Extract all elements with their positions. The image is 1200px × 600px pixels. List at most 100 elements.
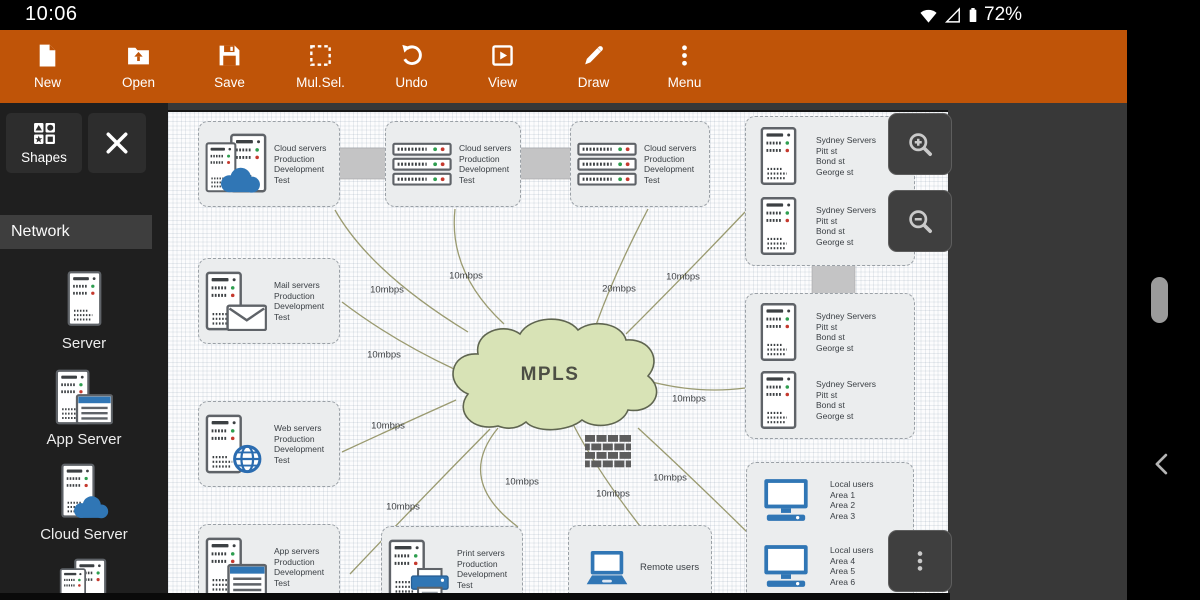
node-print-servers[interactable]: Print servers Production Development Tes… bbox=[381, 526, 523, 595]
shapes-button-label: Shapes bbox=[21, 150, 67, 165]
node-text: Local users Area 1 Area 2 Area 3 bbox=[830, 479, 873, 521]
node-text: Cloud servers Production Development Tes… bbox=[274, 143, 326, 185]
sydney-server-row: Sydney Servers Pitt st Bond st George st bbox=[754, 366, 906, 434]
undo-icon bbox=[399, 43, 424, 68]
node-cloud-servers-1[interactable]: Cloud servers Production Development Tes… bbox=[198, 121, 340, 207]
sidebar-item-label: Server bbox=[62, 335, 106, 352]
sidebar-item-cloud-server[interactable]: Cloud Server bbox=[0, 463, 168, 543]
toolbar-label: Menu bbox=[668, 75, 702, 90]
toolbar-button-multi-select[interactable]: Mul.Sel. bbox=[275, 30, 366, 103]
multi-select-icon bbox=[308, 43, 333, 68]
print-server-icon bbox=[388, 537, 450, 595]
toolbar-label: Open bbox=[122, 75, 155, 90]
node-cloud-servers-3[interactable]: Cloud servers Production Development Tes… bbox=[570, 121, 710, 207]
node-text: Local users Area 4 Area 5 Area 6 bbox=[830, 545, 873, 587]
node-cloud-servers-2[interactable]: Cloud servers Production Development Tes… bbox=[385, 121, 521, 207]
connector-rect[interactable] bbox=[519, 148, 572, 179]
edge-label: 10mbps bbox=[653, 473, 687, 484]
status-bar: 10:06 72% bbox=[0, 0, 1200, 30]
node-text: Sydney Servers Pitt st Bond st George st bbox=[816, 379, 876, 421]
edge-label: 10mbps bbox=[371, 421, 405, 432]
toolbar-label: Save bbox=[214, 75, 245, 90]
node-mail-servers[interactable]: Mail servers Production Development Test bbox=[198, 258, 340, 344]
toolbar-button-undo[interactable]: Undo bbox=[366, 30, 457, 103]
desktop-computer-icon bbox=[761, 477, 811, 523]
toolbar-button-draw[interactable]: Draw bbox=[548, 30, 639, 103]
node-text: Web servers Production Development Test bbox=[274, 423, 324, 465]
android-nav-bar bbox=[1127, 0, 1200, 600]
node-text: Cloud servers Production Development Tes… bbox=[459, 143, 511, 185]
new-document-icon bbox=[35, 43, 60, 68]
mpls-cloud-label: MPLS bbox=[521, 364, 580, 386]
shapes-panel-button[interactable]: Shapes bbox=[6, 113, 82, 173]
node-remote-users[interactable]: Remote users bbox=[568, 525, 712, 595]
open-folder-icon bbox=[126, 43, 151, 68]
zoom-in-button[interactable] bbox=[888, 113, 952, 175]
view-play-icon bbox=[490, 43, 515, 68]
sydney-server-row: Sydney Servers Pitt st Bond st George st bbox=[754, 298, 906, 366]
battery-icon bbox=[965, 4, 981, 26]
sidebar-item-server-farm[interactable] bbox=[0, 558, 168, 593]
shapes-grid-icon bbox=[33, 122, 56, 145]
zoom-in-icon bbox=[907, 131, 934, 158]
toolbar-button-new[interactable]: New bbox=[2, 30, 93, 103]
local-users-row: Local users Area 4 Area 5 Area 6 bbox=[755, 533, 905, 595]
wifi-icon bbox=[918, 6, 939, 25]
sidebar-item-label: Cloud Server bbox=[40, 526, 128, 543]
desktop-computer-icon bbox=[761, 543, 811, 589]
app-window: 10:06 72% New Open Save Mul.Sel. Undo bbox=[0, 0, 1200, 600]
node-text: Sydney Servers Pitt st Bond st George st bbox=[816, 135, 876, 177]
bottom-edge-strip bbox=[0, 593, 950, 600]
node-text: Remote users bbox=[640, 563, 699, 574]
firewall-icon[interactable] bbox=[585, 435, 631, 467]
node-text: Sydney Servers Pitt st Bond st George st bbox=[816, 205, 876, 247]
server-tower-icon bbox=[760, 196, 797, 256]
edge-label: 10mbps bbox=[449, 271, 483, 282]
laptop-icon bbox=[581, 548, 633, 588]
cloud-server-icon bbox=[205, 132, 267, 196]
close-sidebar-button[interactable] bbox=[88, 113, 146, 173]
node-app-servers[interactable]: App servers Production Development Test bbox=[198, 524, 340, 595]
back-chevron-icon[interactable] bbox=[1149, 450, 1176, 477]
toolbar-button-menu[interactable]: Menu bbox=[639, 30, 730, 103]
sidebar-item-label: App Server bbox=[46, 431, 121, 448]
node-text: Mail servers Production Development Test bbox=[274, 280, 324, 322]
server-farm-icon bbox=[59, 558, 109, 593]
more-options-button[interactable] bbox=[888, 530, 952, 592]
battery-percent: 72% bbox=[984, 4, 1022, 26]
toolbar-button-open[interactable]: Open bbox=[93, 30, 184, 103]
close-icon bbox=[103, 129, 131, 157]
save-floppy-icon bbox=[217, 43, 242, 68]
rack-server-icon bbox=[392, 141, 452, 187]
edge-label: 10mbps bbox=[596, 489, 630, 500]
zoom-out-button[interactable] bbox=[888, 190, 952, 252]
sydney-server-row: Sydney Servers Pitt st Bond st George st bbox=[754, 121, 906, 191]
rack-server-icon bbox=[577, 141, 637, 187]
main-area: Cloud servers Production Development Tes… bbox=[0, 103, 1127, 600]
sydney-server-row: Sydney Servers Pitt st Bond st George st bbox=[754, 191, 906, 261]
web-server-icon bbox=[205, 412, 267, 476]
more-vertical-icon bbox=[908, 549, 932, 573]
toolbar-button-view[interactable]: View bbox=[457, 30, 548, 103]
draw-pencil-icon bbox=[581, 43, 606, 68]
sidebar-item-server[interactable]: Server bbox=[0, 268, 168, 352]
toolbar-button-save[interactable]: Save bbox=[184, 30, 275, 103]
shape-category-network[interactable]: Network bbox=[0, 215, 152, 249]
app-server-icon bbox=[55, 369, 113, 425]
zoom-out-icon bbox=[907, 208, 934, 235]
server-tower-icon bbox=[760, 126, 797, 186]
home-pill-button[interactable] bbox=[1151, 277, 1168, 323]
server-tower-icon bbox=[760, 370, 797, 430]
shapes-sidebar: Shapes Network Server App Server Cloud S… bbox=[0, 103, 168, 593]
sidebar-item-app-server[interactable]: App Server bbox=[0, 369, 168, 448]
mail-server-icon bbox=[205, 269, 267, 333]
edge-label: 10mbps bbox=[386, 502, 420, 513]
connector-rect[interactable] bbox=[338, 148, 387, 179]
local-users-row: Local users Area 1 Area 2 Area 3 bbox=[755, 467, 905, 533]
toolbar-label: Undo bbox=[395, 75, 427, 90]
toolbar-label: View bbox=[488, 75, 517, 90]
node-web-servers[interactable]: Web servers Production Development Test bbox=[198, 401, 340, 487]
node-text: Cloud servers Production Development Tes… bbox=[644, 143, 696, 185]
diagram-canvas[interactable]: Cloud servers Production Development Tes… bbox=[168, 110, 948, 595]
node-sydney-group-2[interactable]: Sydney Servers Pitt st Bond st George st… bbox=[745, 293, 915, 439]
